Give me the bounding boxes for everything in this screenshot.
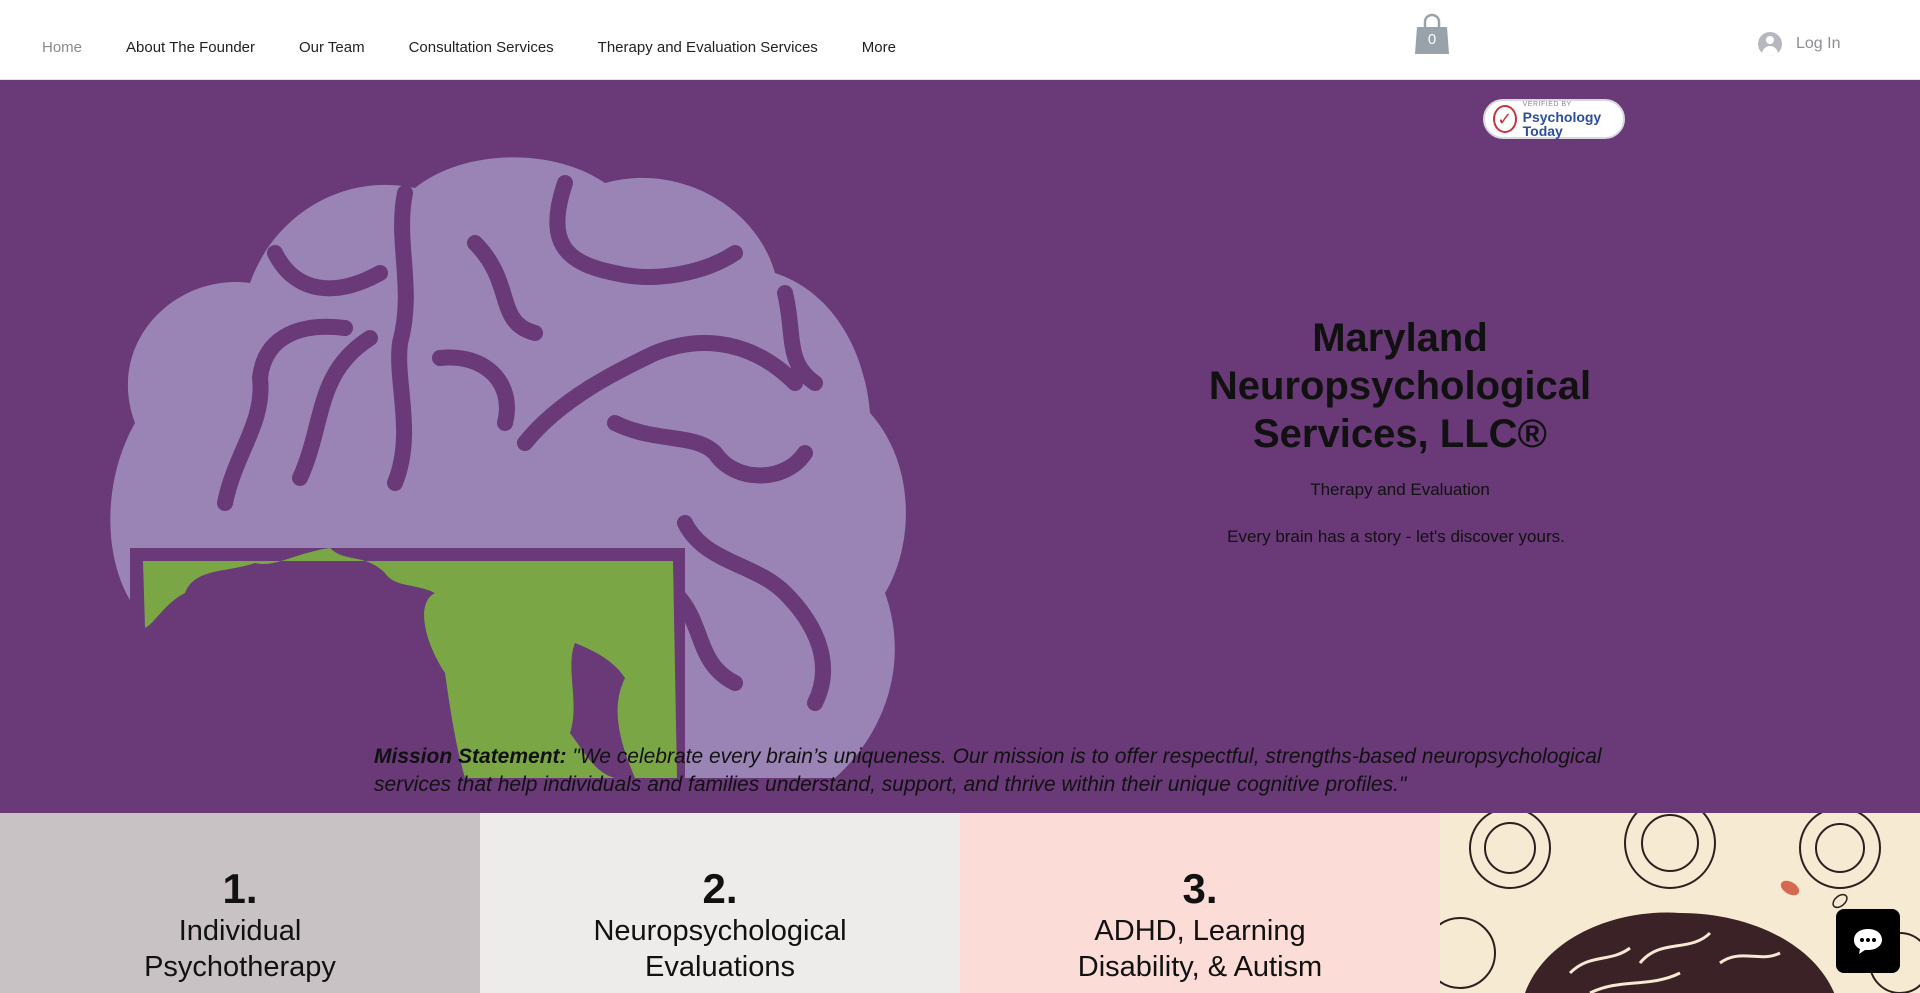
nav-item-therapy-evaluation[interactable]: Therapy and Evaluation Services [576, 39, 840, 56]
user-avatar-icon [1758, 32, 1782, 56]
service-panel-psychotherapy[interactable]: 1. Individual Psychotherapy [0, 813, 480, 993]
service-title: ADHD, Learning Disability, & Autism [1077, 915, 1323, 983]
check-icon: ✓ [1493, 105, 1517, 133]
site-header: Home About The Founder Our Team Consulta… [0, 0, 1920, 80]
service-title: Individual Psychotherapy [144, 915, 336, 983]
service-panel-adhd[interactable]: 3. ADHD, Learning Disability, & Autism [960, 813, 1440, 993]
cart-button[interactable]: 0 [1414, 12, 1450, 56]
hero-title: Maryland Neuropsychological Services, LL… [1208, 316, 1592, 456]
brain-maryland-logo-image [95, 123, 925, 778]
nav-item-about-founder[interactable]: About The Founder [104, 39, 277, 56]
login-button[interactable]: Log In [1758, 32, 1840, 56]
service-number: 1. [222, 865, 258, 912]
badge-small-text: VERIFIED BY [1522, 100, 1572, 108]
hero-subtitle: Therapy and Evaluation [1310, 480, 1490, 499]
service-number: 2. [702, 865, 738, 912]
hero-section: ✓ VERIFIED BY Psychology Today Maryland … [0, 80, 1920, 813]
mission-statement: Mission Statement: "We celebrate every b… [374, 743, 1634, 799]
chat-icon [1854, 929, 1882, 954]
nav-item-home[interactable]: Home [20, 39, 104, 56]
service-number: 3. [1182, 865, 1218, 912]
badge-brand-text: Psychology Today [1522, 108, 1602, 139]
nav-item-more[interactable]: More [840, 39, 918, 56]
mission-label: Mission Statement: [374, 745, 567, 768]
login-label: Log In [1796, 35, 1841, 52]
badge-text: VERIFIED BY Psychology Today [1523, 101, 1623, 138]
cart-count: 0 [1427, 31, 1437, 48]
chat-button[interactable] [1836, 909, 1900, 973]
service-title: Neuropsychological Evaluations [593, 915, 847, 983]
hero-tagline: Every brain has a story - let's discover… [1227, 527, 1565, 546]
nav-item-consultation-services[interactable]: Consultation Services [387, 39, 576, 56]
service-panel-evaluations[interactable]: 2. Neuropsychological Evaluations [480, 813, 960, 993]
nav-item-our-team[interactable]: Our Team [277, 39, 387, 56]
psychology-today-badge[interactable]: ✓ VERIFIED BY Psychology Today [1483, 99, 1625, 139]
